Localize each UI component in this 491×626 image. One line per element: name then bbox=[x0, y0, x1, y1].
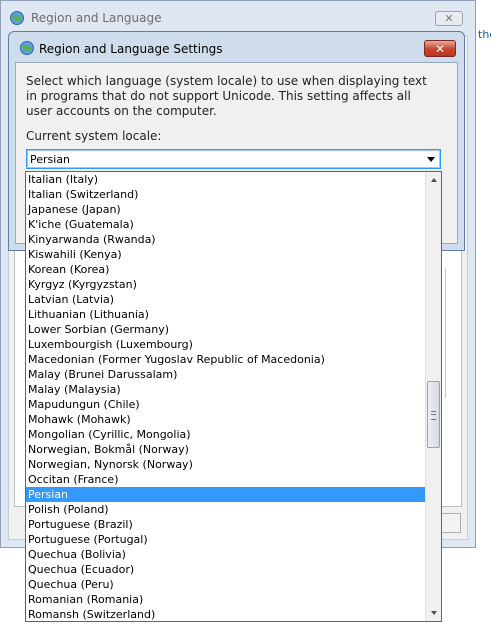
background-close-button[interactable]: ✕ bbox=[435, 11, 463, 26]
list-item[interactable]: Polish (Poland) bbox=[26, 502, 425, 517]
list-item[interactable]: Italian (Switzerland) bbox=[26, 187, 425, 202]
list-item[interactable]: Luxembourgish (Luxembourg) bbox=[26, 337, 425, 352]
background-button[interactable] bbox=[439, 513, 461, 533]
list-item[interactable]: Quechua (Bolivia) bbox=[26, 547, 425, 562]
chevron-down-icon bbox=[427, 157, 435, 162]
list-item[interactable]: Occitan (France) bbox=[26, 472, 425, 487]
dropdown-button[interactable] bbox=[424, 152, 438, 166]
list-item[interactable]: Romanian (Romania) bbox=[26, 592, 425, 607]
list-item[interactable]: Mongolian (Cyrillic, Mongolia) bbox=[26, 427, 425, 442]
list-item[interactable]: K'iche (Guatemala) bbox=[26, 217, 425, 232]
system-locale-combobox[interactable]: Persian bbox=[26, 149, 441, 169]
list-item[interactable]: Korean (Korea) bbox=[26, 262, 425, 277]
list-item[interactable]: Malay (Brunei Darussalam) bbox=[26, 367, 425, 382]
background-panel-divider bbox=[445, 268, 460, 398]
locale-dropdown-list[interactable]: Italian (Italy) Italian (Switzerland) Japa… bbox=[25, 171, 442, 622]
locale-list-items: Italian (Italy) Italian (Switzerland) Japa… bbox=[26, 172, 425, 621]
list-item[interactable]: Japanese (Japan) bbox=[26, 202, 425, 217]
list-item[interactable]: Lithuanian (Lithuania) bbox=[26, 307, 425, 322]
globe-icon bbox=[10, 11, 24, 25]
list-item[interactable]: Kinyarwanda (Rwanda) bbox=[26, 232, 425, 247]
list-item[interactable]: Kiswahili (Kenya) bbox=[26, 247, 425, 262]
list-item[interactable]: Quechua (Ecuador) bbox=[26, 562, 425, 577]
list-item[interactable]: Macedonian (Former Yugoslav Republic of … bbox=[26, 352, 425, 367]
close-button[interactable]: ✕ bbox=[424, 40, 456, 57]
list-item[interactable]: Mapudungun (Chile) bbox=[26, 397, 425, 412]
background-title-bar: Region and Language ✕ bbox=[1, 1, 475, 35]
list-scrollbar[interactable] bbox=[425, 172, 441, 621]
locale-description: Select which language (system locale) to… bbox=[26, 74, 427, 118]
list-item[interactable]: Kyrgyz (Kyrgyzstan) bbox=[26, 277, 425, 292]
list-item-selected[interactable]: Persian bbox=[26, 487, 425, 502]
list-item[interactable]: Latvian (Latvia) bbox=[26, 292, 425, 307]
scroll-up-arrow-icon[interactable] bbox=[426, 172, 441, 188]
scroll-down-arrow-icon[interactable] bbox=[426, 605, 441, 621]
list-item[interactable]: Quechua (Peru) bbox=[26, 577, 425, 592]
list-item[interactable]: Norwegian, Nynorsk (Norway) bbox=[26, 457, 425, 472]
list-item[interactable]: Malay (Malaysia) bbox=[26, 382, 425, 397]
selected-locale-value: Persian bbox=[30, 153, 71, 166]
list-item[interactable]: Mohawk (Mohawk) bbox=[26, 412, 425, 427]
globe-icon bbox=[20, 41, 34, 55]
scroll-thumb[interactable] bbox=[427, 381, 440, 448]
list-item[interactable]: Portuguese (Portugal) bbox=[26, 532, 425, 547]
dialog-title: Region and Language Settings bbox=[39, 42, 223, 56]
list-item[interactable]: Norwegian, Bokmål (Norway) bbox=[26, 442, 425, 457]
list-item[interactable]: Romansh (Switzerland) bbox=[26, 607, 425, 621]
dialog-title-bar: Region and Language Settings ✕ bbox=[9, 32, 464, 62]
list-item[interactable]: Italian (Italy) bbox=[26, 172, 425, 187]
current-locale-label: Current system locale: bbox=[26, 129, 162, 143]
grip-icon bbox=[431, 410, 436, 420]
side-link[interactable]: the bbox=[478, 28, 491, 41]
list-item[interactable]: Lower Sorbian (Germany) bbox=[26, 322, 425, 337]
list-item[interactable]: Portuguese (Brazil) bbox=[26, 517, 425, 532]
background-window-title: Region and Language bbox=[31, 11, 162, 25]
